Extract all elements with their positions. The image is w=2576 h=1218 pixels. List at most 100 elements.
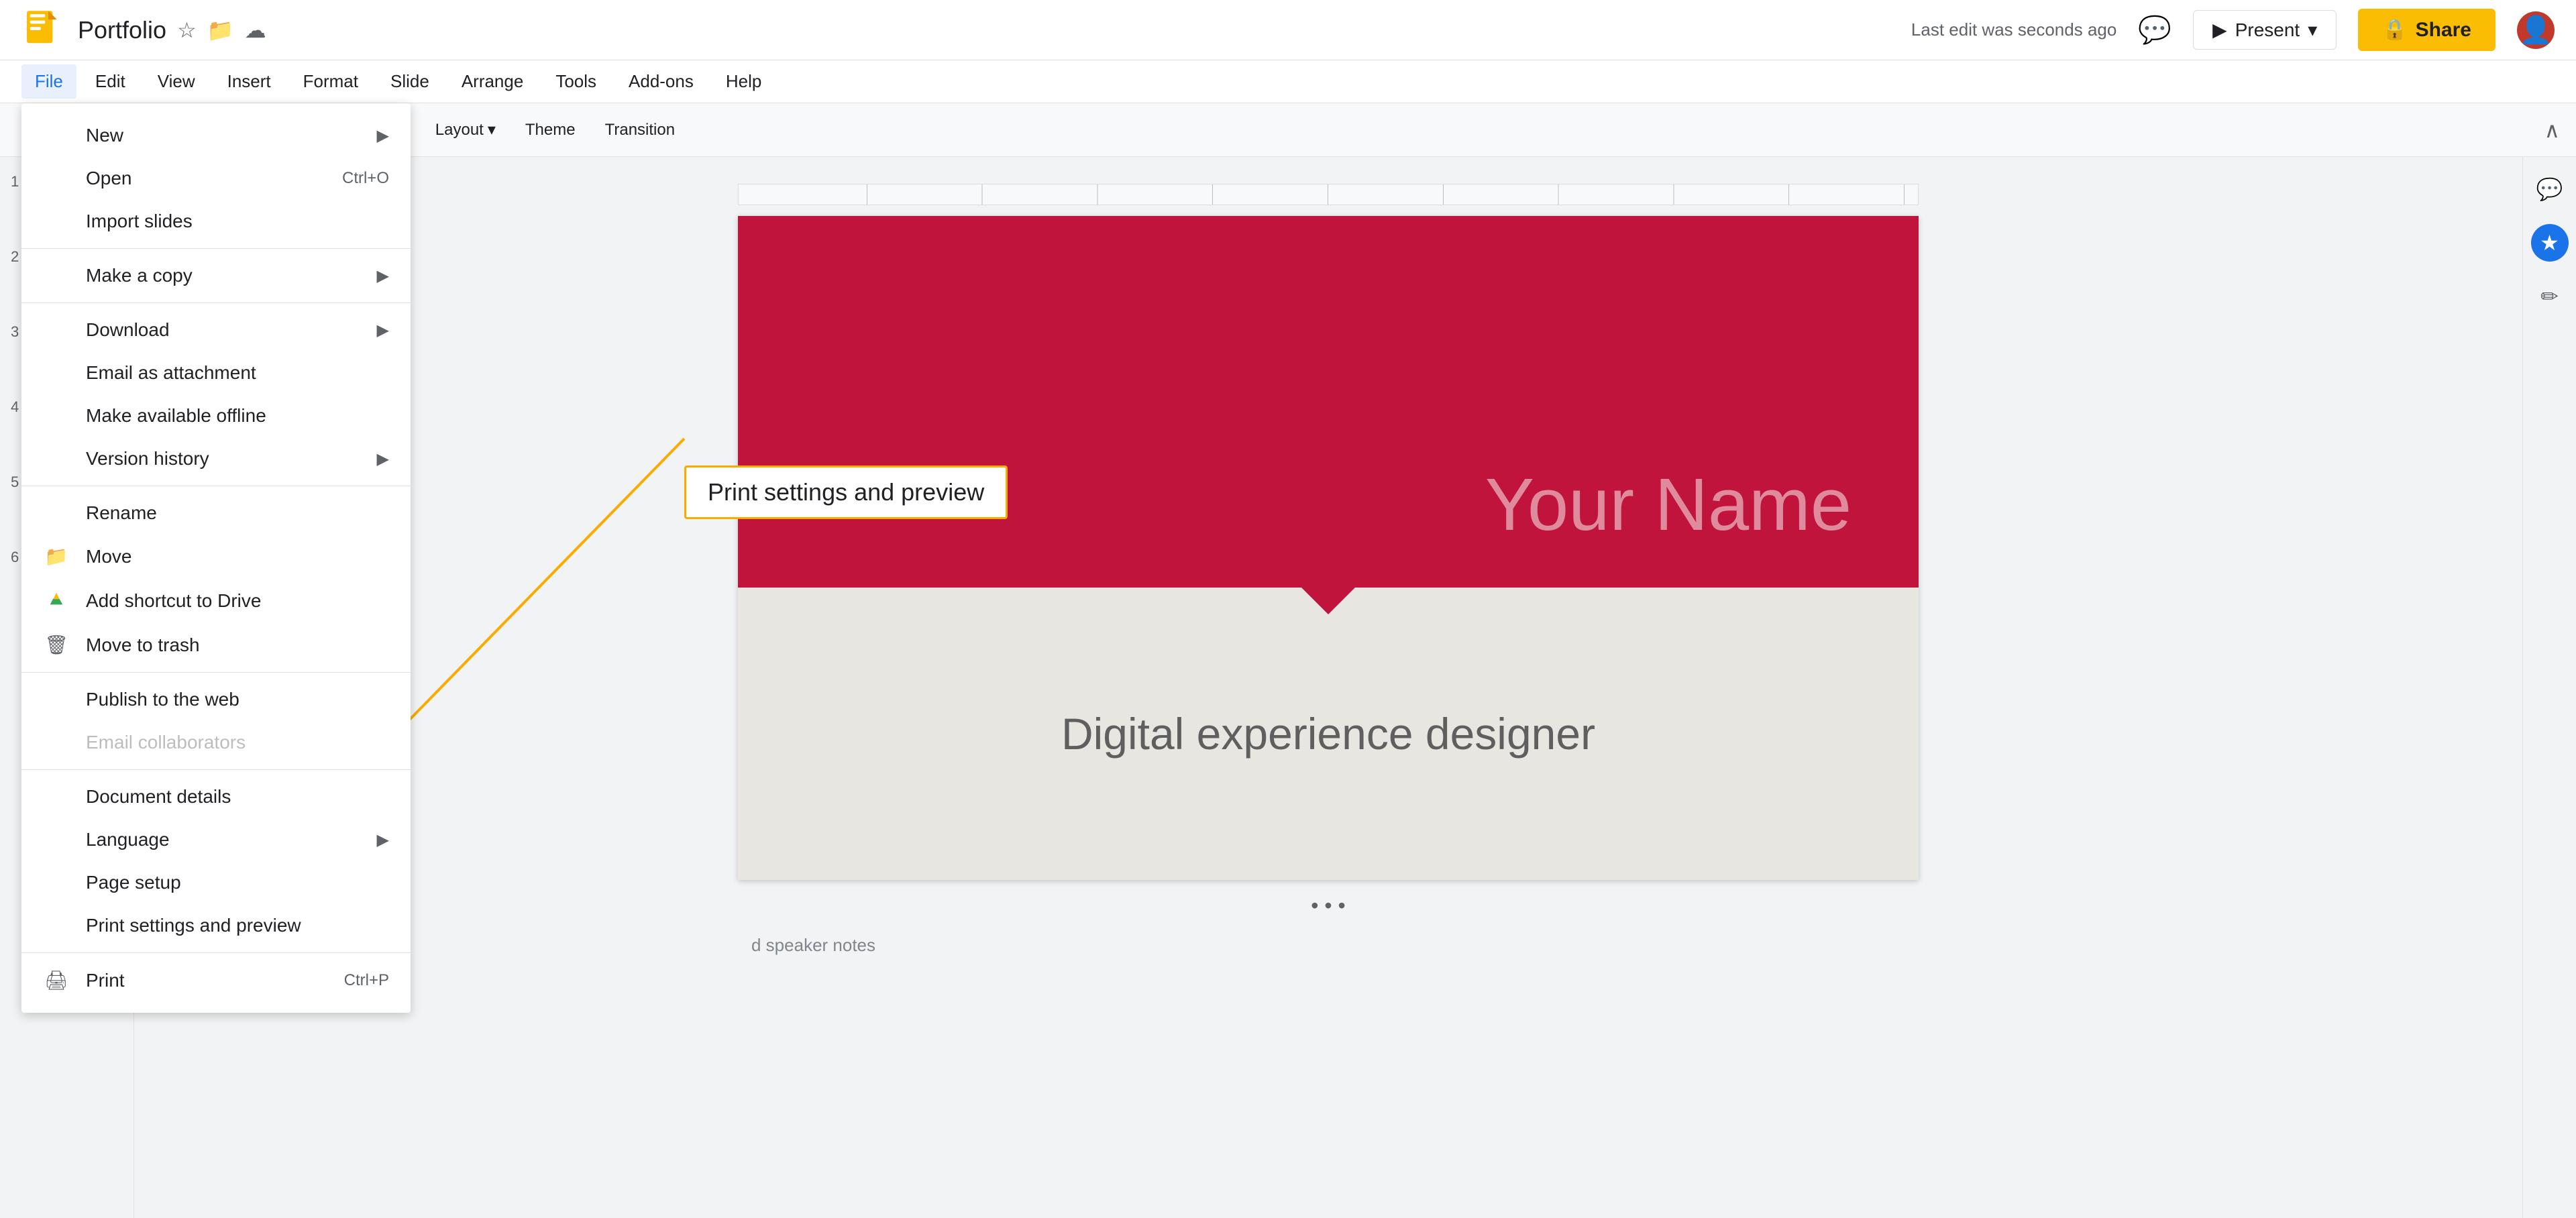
menu-item-view[interactable]: View — [144, 64, 209, 99]
language-chevron: ▶ — [377, 830, 389, 850]
download-chevron: ▶ — [377, 321, 389, 340]
menu-language[interactable]: Language ▶ — [21, 818, 411, 861]
menu-item-help[interactable]: Help — [712, 64, 775, 99]
share-button[interactable]: 🔒 Share — [2358, 9, 2496, 51]
menu-item-insert[interactable]: Insert — [214, 64, 284, 99]
drive-icon — [43, 589, 70, 612]
make-copy-label: Make a copy — [86, 265, 193, 286]
present-icon: ▶ — [2212, 19, 2227, 41]
menu-item-file[interactable]: File — [21, 64, 76, 99]
menu-section-6: Document details Language ▶ Page setup P… — [21, 770, 411, 953]
menu-publish-web[interactable]: Publish to the web — [21, 678, 411, 721]
app-logo — [21, 9, 64, 52]
menu-item-format[interactable]: Format — [290, 64, 372, 99]
language-label: Language — [86, 829, 170, 850]
publish-label: Publish to the web — [86, 689, 239, 710]
menu-page-setup[interactable]: Page setup — [21, 861, 411, 904]
last-edit-text: Last edit was seconds ago — [1911, 19, 2116, 40]
menu-import-slides[interactable]: Import slides — [21, 200, 411, 243]
collaborators-label: Email collaborators — [86, 732, 246, 753]
menu-version-history[interactable]: Version history ▶ — [21, 437, 411, 480]
menu-print[interactable]: 🖨 Print Ctrl+P — [21, 958, 411, 1002]
import-label: Import slides — [86, 211, 193, 232]
open-shortcut: Ctrl+O — [342, 169, 389, 188]
menu-bar: File Edit View Insert Format Slide Arran… — [0, 60, 2576, 103]
menu-item-edit[interactable]: Edit — [82, 64, 139, 99]
doc-details-label: Document details — [86, 786, 231, 808]
menu-move[interactable]: 📁 Move — [21, 535, 411, 578]
main-slide: Your Name Digital experience designer — [738, 216, 1919, 880]
menu-section-4: Rename 📁 Move Add shortcut to Drive 🗑 Mo… — [21, 486, 411, 673]
copy-chevron: ▶ — [377, 266, 389, 286]
slide-top-section: Your Name — [738, 216, 1919, 588]
right-panel-star-icon[interactable]: ★ — [2531, 224, 2569, 262]
menu-item-arrange[interactable]: Arrange — [448, 64, 537, 99]
right-panel-chat-icon[interactable]: 💬 — [2531, 170, 2569, 208]
chat-button[interactable]: 💬 — [2138, 14, 2171, 46]
canvas-area: Your Name Digital experience designer • … — [134, 157, 2522, 1218]
menu-email-attachment[interactable]: Email as attachment — [21, 351, 411, 394]
present-dropdown-icon[interactable]: ▾ — [2308, 19, 2317, 41]
menu-section-5: Publish to the web Email collaborators — [21, 673, 411, 770]
menu-doc-details[interactable]: Document details — [21, 775, 411, 818]
slide-subtitle-text: Digital experience designer — [1061, 708, 1595, 759]
right-panel: 💬 ★ ✏ — [2522, 157, 2576, 1218]
email-label: Email as attachment — [86, 362, 256, 384]
toolbar-collapse-btn[interactable]: ∧ — [2544, 117, 2560, 143]
print-icon: 🖨 — [43, 969, 70, 991]
notes-placeholder: d speaker notes — [751, 935, 875, 956]
menu-make-copy[interactable]: Make a copy ▶ — [21, 254, 411, 297]
version-label: Version history — [86, 448, 209, 469]
menu-download[interactable]: Download ▶ — [21, 309, 411, 351]
menu-add-shortcut[interactable]: Add shortcut to Drive — [21, 578, 411, 623]
share-label: Share — [2416, 19, 2471, 42]
download-label: Download — [86, 319, 170, 341]
star-icon[interactable]: ☆ — [177, 17, 197, 43]
title-bar: Portfolio ☆ 📁 ☁ Last edit was seconds ag… — [0, 0, 2576, 60]
rename-label: Rename — [86, 502, 157, 524]
menu-section-7: 🖨 Print Ctrl+P — [21, 953, 411, 1007]
print-shortcut: Ctrl+P — [344, 971, 389, 990]
slide-name-text: Your Name — [1485, 462, 1851, 547]
menu-new[interactable]: New ▶ — [21, 114, 411, 157]
new-label: New — [86, 125, 123, 146]
theme-button[interactable]: Theme — [515, 115, 586, 145]
right-panel-edit-icon[interactable]: ✏ — [2531, 278, 2569, 315]
layout-label: Layout — [435, 121, 484, 140]
layout-button[interactable]: Layout ▾ — [425, 115, 506, 145]
layout-dropdown: ▾ — [488, 120, 496, 140]
file-dropdown-menu: New ▶ Open Ctrl+O Import slides Make a c… — [21, 103, 411, 1013]
menu-rename[interactable]: Rename — [21, 492, 411, 535]
menu-item-slide[interactable]: Slide — [377, 64, 443, 99]
user-avatar[interactable]: 👤 — [2517, 11, 2555, 49]
new-chevron: ▶ — [377, 126, 389, 146]
annotation-tooltip-text: Print settings and preview — [708, 478, 984, 506]
slide-dots: • • • — [1311, 893, 1345, 918]
ruler — [738, 184, 1919, 205]
transition-button[interactable]: Transition — [594, 115, 686, 145]
menu-make-offline[interactable]: Make available offline — [21, 394, 411, 437]
ruler-marks — [752, 184, 1904, 205]
menu-section-3: Download ▶ Email as attachment Make avai… — [21, 303, 411, 486]
present-button[interactable]: ▶ Present ▾ — [2193, 10, 2337, 50]
menu-move-trash[interactable]: 🗑 Move to trash — [21, 623, 411, 667]
move-folder-icon: 📁 — [43, 545, 70, 567]
title-icons: ☆ 📁 ☁ — [177, 17, 266, 43]
slide-chevron — [1288, 574, 1368, 614]
notes-area[interactable]: d speaker notes — [738, 918, 1919, 972]
menu-item-tools[interactable]: Tools — [542, 64, 610, 99]
page-setup-label: Page setup — [86, 872, 181, 893]
annotation-tooltip: Print settings and preview — [684, 465, 1008, 519]
menu-open[interactable]: Open Ctrl+O — [21, 157, 411, 200]
doc-title[interactable]: Portfolio — [78, 16, 166, 44]
menu-item-addons[interactable]: Add-ons — [615, 64, 707, 99]
cloud-icon[interactable]: ☁ — [245, 17, 266, 43]
folder-icon[interactable]: 📁 — [207, 17, 234, 43]
menu-print-settings[interactable]: Print settings and preview — [21, 904, 411, 947]
header-right: Last edit was seconds ago 💬 ▶ Present ▾ … — [1911, 9, 2555, 51]
slide-bottom-section: Digital experience designer — [738, 588, 1919, 880]
version-chevron: ▶ — [377, 449, 389, 469]
menu-section-1: New ▶ Open Ctrl+O Import slides — [21, 109, 411, 249]
move-trash-label: Move to trash — [86, 634, 200, 656]
theme-label: Theme — [525, 121, 576, 140]
